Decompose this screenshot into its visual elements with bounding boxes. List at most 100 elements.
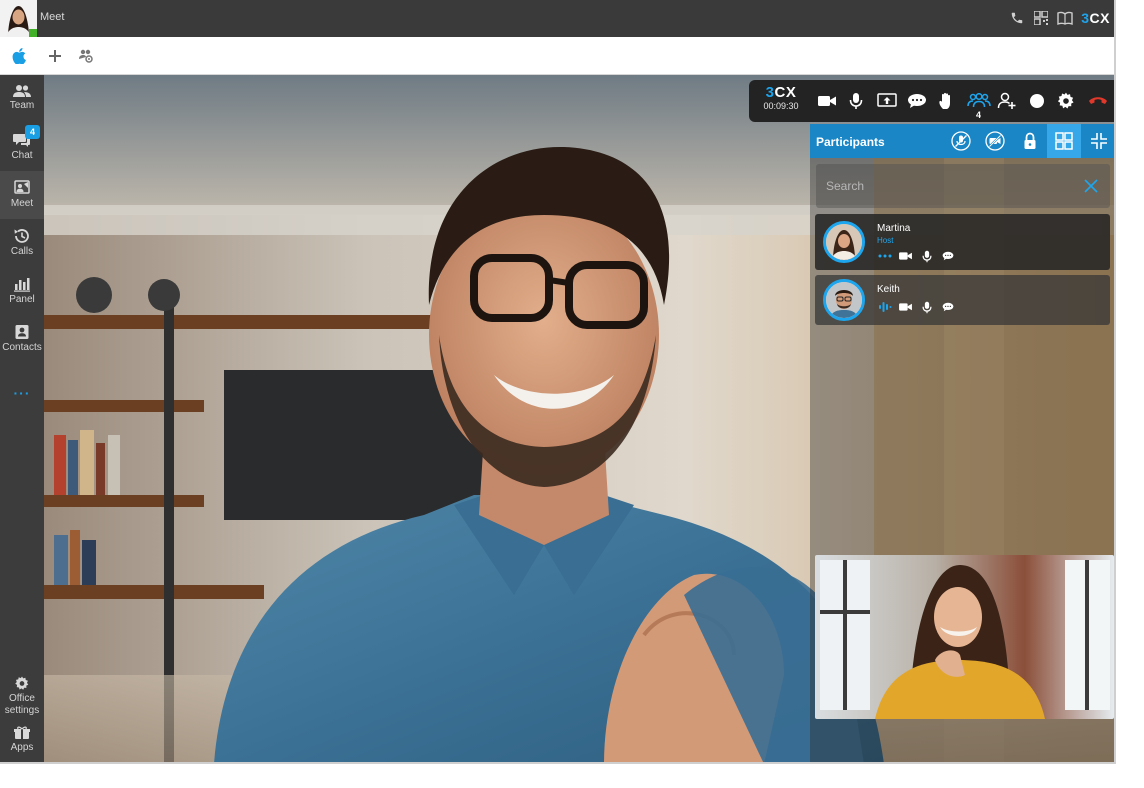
- lock-icon: [1024, 132, 1036, 149]
- camera-icon: [818, 96, 836, 106]
- brand-logo: 3CX: [1081, 10, 1110, 26]
- sidebar-item-panel[interactable]: Panel: [0, 267, 44, 315]
- participant-name: Keith: [877, 284, 900, 295]
- add-participant-button[interactable]: [996, 91, 1018, 111]
- record-button[interactable]: [1026, 91, 1048, 111]
- group-settings-icon[interactable]: [77, 47, 95, 65]
- sidebar-item-apps[interactable]: Apps: [0, 717, 44, 762]
- video-on-icon: [898, 301, 913, 313]
- plus-icon[interactable]: [46, 47, 64, 65]
- disable-video-button[interactable]: [978, 124, 1012, 158]
- participants-button[interactable]: [966, 91, 992, 111]
- sidebar-item-team[interactable]: Team: [0, 75, 44, 123]
- sidebar-label-meet: Meet: [10, 198, 34, 209]
- chat-unread-badge: 4: [25, 125, 40, 139]
- record-icon: [1030, 94, 1044, 108]
- raise-hand-icon: [939, 92, 950, 109]
- participant-search-input[interactable]: [826, 177, 1066, 195]
- book-icon[interactable]: [1057, 9, 1073, 27]
- add-user-icon: [997, 92, 1016, 109]
- hang-up-icon: [1089, 97, 1107, 104]
- qr-code-icon[interactable]: [1033, 9, 1049, 27]
- grid-view-button[interactable]: [1047, 124, 1081, 158]
- history-icon: [14, 229, 29, 243]
- more-options-icon[interactable]: ···: [12, 385, 32, 401]
- disable-video-icon: [985, 131, 1005, 151]
- collapse-panel-button[interactable]: [1082, 124, 1114, 158]
- top-bar: Meet 3CX: [0, 0, 1114, 37]
- more-icon[interactable]: [877, 250, 892, 262]
- phone-icon[interactable]: [1009, 9, 1025, 27]
- video-on-icon: [898, 250, 913, 262]
- grid-view-icon: [1055, 132, 1073, 150]
- call-logo-text: 3CX: [761, 85, 801, 101]
- apps-icon: [14, 726, 30, 739]
- hang-up-button[interactable]: [1087, 91, 1109, 111]
- sidebar-label-team: Team: [9, 100, 35, 111]
- participants-icon: [967, 93, 991, 108]
- settings-button[interactable]: [1055, 91, 1077, 111]
- collapse-icon: [1091, 133, 1107, 149]
- sidebar: Team Chat 4 Meet Calls Panel Contacts ··…: [0, 75, 44, 762]
- participant-row[interactable]: Keith: [815, 275, 1110, 325]
- mute-all-button[interactable]: [944, 124, 978, 158]
- call-timer: 00:09:30: [763, 101, 799, 111]
- sidebar-label-chat: Chat: [11, 150, 33, 161]
- brand-logo-prefix: 3: [1081, 10, 1090, 26]
- message-icon[interactable]: [940, 250, 955, 262]
- call-toolbar: 3CX 00:09:30: [749, 80, 1114, 122]
- sidebar-label-apps: Apps: [10, 742, 34, 753]
- message-icon[interactable]: [940, 301, 955, 313]
- speaking-indicator-icon: [877, 301, 892, 313]
- raise-hand-button[interactable]: [936, 91, 958, 111]
- call-logo-suffix: CX: [774, 84, 797, 101]
- secondary-toolbar: [0, 37, 1114, 75]
- presence-status-dot: [29, 29, 37, 37]
- mic-on-icon: [919, 301, 934, 313]
- participant-search-box: [816, 164, 1110, 208]
- gear-icon: [15, 676, 29, 690]
- participant-count: 4: [976, 110, 982, 120]
- chat-bubble-icon: [908, 94, 926, 108]
- mic-on-icon: [919, 250, 934, 262]
- sidebar-item-calls[interactable]: Calls: [0, 219, 44, 267]
- microphone-icon: [849, 93, 863, 109]
- sidebar-label-office-settings: Office settings: [4, 693, 40, 716]
- app-window: Meet 3CX Team Chat 4 Meet Calls Panel Co…: [0, 0, 1116, 764]
- sidebar-item-contacts[interactable]: Contacts: [0, 315, 44, 363]
- lock-meeting-button[interactable]: [1013, 124, 1047, 158]
- participant-avatar: [823, 221, 865, 263]
- share-screen-icon: [877, 93, 897, 107]
- participant-row[interactable]: Martina Host: [815, 214, 1110, 270]
- mute-all-icon: [951, 131, 971, 151]
- settings-icon: [1057, 92, 1074, 109]
- share-screen-button[interactable]: [876, 91, 898, 111]
- sidebar-item-office-settings[interactable]: Office settings: [0, 667, 44, 717]
- meet-icon: [14, 180, 30, 194]
- panel-icon: [14, 278, 30, 292]
- sidebar-label-contacts: Contacts: [2, 342, 42, 353]
- brand-logo-suffix: CX: [1089, 10, 1110, 26]
- apple-icon[interactable]: [10, 47, 28, 65]
- user-avatar[interactable]: [0, 0, 37, 37]
- participants-panel-header: Participants: [810, 124, 1114, 158]
- self-view-scene: [815, 555, 1114, 719]
- team-icon: [13, 85, 31, 97]
- chat-button[interactable]: [906, 91, 928, 111]
- self-view-video[interactable]: [815, 555, 1114, 719]
- call-logo: 3CX 00:09:30: [761, 85, 801, 112]
- sidebar-item-meet[interactable]: Meet: [0, 171, 44, 219]
- app-title: Meet: [40, 11, 65, 23]
- contacts-icon: [15, 325, 29, 339]
- participant-role: Host: [877, 236, 894, 245]
- close-icon: [1084, 179, 1098, 193]
- sidebar-label-calls: Calls: [10, 246, 34, 257]
- microphone-button[interactable]: [845, 91, 867, 111]
- participant-name: Martina: [877, 223, 911, 234]
- camera-button[interactable]: [816, 91, 838, 111]
- clear-search-button[interactable]: [1082, 177, 1100, 195]
- call-logo-prefix: 3: [765, 84, 775, 101]
- sidebar-label-panel: Panel: [9, 294, 35, 305]
- participant-avatar: [823, 279, 865, 321]
- participants-panel-title: Participants: [816, 135, 885, 149]
